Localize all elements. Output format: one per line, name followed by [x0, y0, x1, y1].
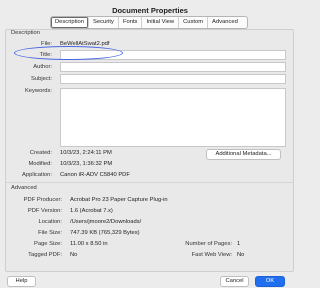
modified-label: Modified: — [28, 161, 52, 167]
subject-field[interactable] — [60, 74, 286, 84]
author-field[interactable] — [60, 62, 286, 72]
properties-panel: Description File: BeWellAtSwat2.pdf Titl… — [5, 29, 294, 272]
tab-custom[interactable]: Custom — [179, 17, 209, 28]
additional-metadata-button[interactable]: Additional Metadata... — [206, 149, 281, 160]
title-annotation-ellipse — [14, 46, 123, 60]
pdf-producer-value: Acrobat Pro 23 Paper Capture Plug-in — [70, 197, 168, 203]
page-size-value: 11.00 x 8.50 in — [70, 241, 108, 247]
window-titlebar: Document Properties — [0, 0, 300, 15]
cancel-button[interactable]: Cancel — [220, 276, 249, 287]
tab-description[interactable]: Description — [51, 17, 89, 28]
file-size-value: 747.39 KB (765,329 Bytes) — [70, 230, 140, 236]
tab-bar: Description Security Fonts Initial View … — [50, 16, 248, 29]
fast-web-view-value: No — [237, 252, 245, 258]
created-value: 10/3/23, 2:24:11 PM — [60, 150, 112, 156]
created-label: Created: — [29, 150, 52, 156]
description-section-title: Description — [11, 30, 40, 36]
tab-fonts[interactable]: Fonts — [119, 17, 143, 28]
application-label: Application: — [22, 172, 52, 178]
author-label: Author: — [33, 64, 52, 70]
window-title: Document Properties — [112, 6, 188, 15]
advanced-section-title: Advanced — [11, 185, 37, 191]
file-size-label: File Size: — [38, 230, 62, 236]
pdf-version-value: 1.6 (Acrobat 7.x) — [70, 208, 113, 214]
number-of-pages-label: Number of Pages: — [185, 241, 232, 247]
tab-advanced[interactable]: Advanced — [208, 17, 242, 28]
section-divider — [6, 182, 293, 183]
pdf-version-label: PDF Version: — [27, 208, 62, 214]
tab-initial-view[interactable]: Initial View — [142, 17, 180, 28]
page-size-label: Page Size: — [33, 241, 62, 247]
modified-value: 10/3/23, 1:36:32 PM — [60, 161, 113, 167]
tagged-pdf-value: No — [70, 252, 78, 258]
location-label: Location: — [38, 219, 62, 225]
pdf-producer-label: PDF Producer: — [23, 197, 62, 203]
keywords-field[interactable] — [60, 88, 286, 147]
keywords-label: Keywords: — [24, 88, 52, 94]
help-button[interactable]: Help — [7, 276, 36, 287]
application-value: Canon iR-ADV C5840 PDF — [60, 172, 130, 178]
tab-security[interactable]: Security — [89, 17, 119, 28]
number-of-pages-value: 1 — [237, 241, 241, 247]
ok-button[interactable]: OK — [255, 276, 285, 287]
tagged-pdf-label: Tagged PDF: — [28, 252, 62, 258]
subject-label: Subject: — [31, 76, 52, 82]
location-value: /Users/jmoore2/Downloads/ — [70, 219, 142, 225]
fast-web-view-label: Fast Web View: — [191, 252, 232, 258]
